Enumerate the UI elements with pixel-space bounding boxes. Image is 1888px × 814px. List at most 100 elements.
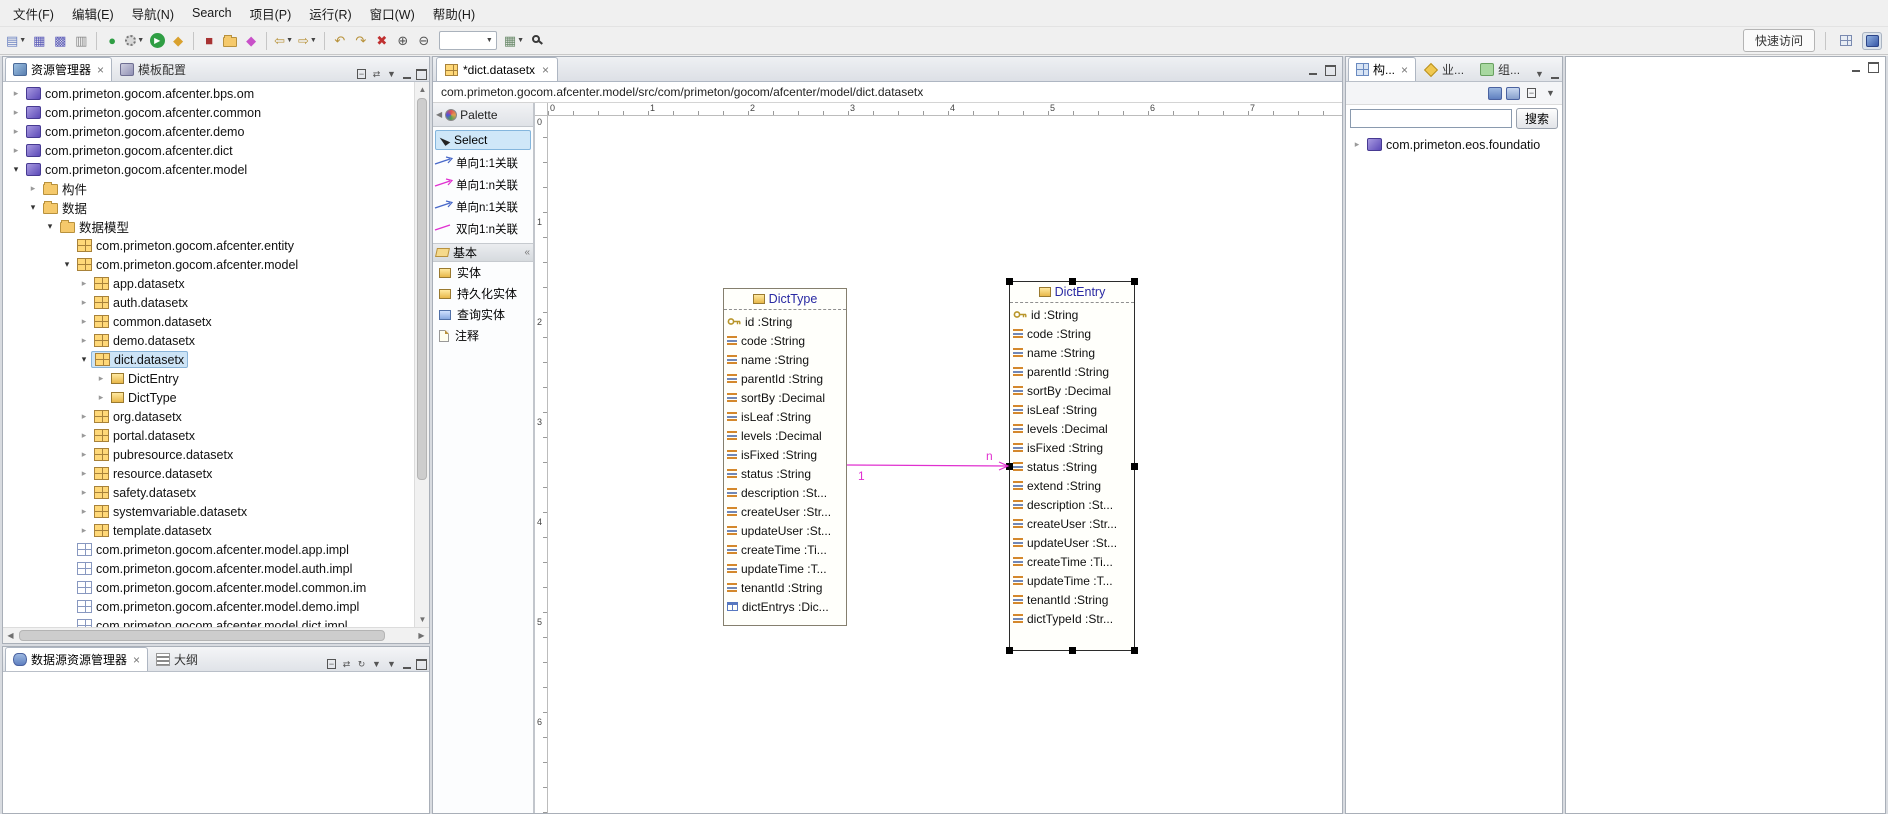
expand-arrow-icon[interactable]: ▸ — [77, 430, 91, 441]
expand-arrow-icon[interactable]: ▸ — [9, 145, 23, 156]
view-menu-icon[interactable]: ▼ — [384, 657, 399, 671]
expand-arrow-icon[interactable]: ▸ — [77, 411, 91, 422]
run-button[interactable]: ▶ — [147, 30, 167, 52]
tree-item[interactable]: ▸com.primeton.gocom.afcenter.common — [3, 103, 414, 122]
collapse-all-icon[interactable] — [324, 657, 339, 671]
tree-item[interactable]: ▸safety.datasetx — [3, 483, 414, 502]
new-wizard-button[interactable]: ▤▼ — [4, 30, 28, 52]
selection-handle[interactable] — [1006, 647, 1013, 654]
vertical-ruler[interactable]: 0123456 — [535, 116, 548, 813]
expand-arrow-icon[interactable]: ▾ — [26, 202, 40, 213]
database-button[interactable]: ◆ — [168, 30, 188, 52]
entity-field[interactable]: dictEntrys :Dic... — [724, 597, 846, 616]
tree-item[interactable]: ▸template.datasetx — [3, 521, 414, 540]
entity-field[interactable]: sortBy :Decimal — [724, 388, 846, 407]
entity-field[interactable]: dictTypeId :Str... — [1010, 609, 1134, 628]
tree-item[interactable]: ▾数据 — [3, 198, 414, 217]
expand-arrow-icon[interactable]: ▸ — [77, 449, 91, 460]
tree-item[interactable]: ▸DictEntry — [3, 369, 414, 388]
bottom-tab[interactable]: 大纲 — [148, 647, 206, 671]
tree-item[interactable]: ▸com.primeton.gocom.afcenter.demo — [3, 122, 414, 141]
expand-arrow-icon[interactable]: ▸ — [77, 525, 91, 536]
tree-item[interactable]: com.primeton.gocom.afcenter.model.demo.i… — [3, 597, 414, 616]
entity-field[interactable]: description :St... — [1010, 495, 1134, 514]
open-folder-button[interactable] — [220, 30, 240, 52]
tree-item-content[interactable]: com.primeton.gocom.afcenter.model.dict.i… — [74, 617, 351, 627]
tree-item[interactable]: ▸app.datasetx — [3, 274, 414, 293]
minimize-icon[interactable] — [399, 657, 414, 671]
menu-edit[interactable]: 编辑(E) — [63, 1, 123, 26]
tree-item-content[interactable]: com.primeton.gocom.afcenter.dict — [23, 142, 236, 159]
entity-field[interactable]: createTime :Ti... — [1010, 552, 1134, 571]
link-with-editor-icon[interactable]: ⇄ — [339, 657, 354, 671]
zoom-combo-button[interactable]: ▼ — [435, 30, 501, 52]
expand-arrow-icon[interactable]: ▾ — [77, 354, 91, 365]
expand-arrow-icon[interactable]: ▸ — [77, 487, 91, 498]
tree-item[interactable]: ▸com.primeton.gocom.afcenter.dict — [3, 141, 414, 160]
tree-item[interactable]: ▸common.datasetx — [3, 312, 414, 331]
tree-item-content[interactable]: 构件 — [40, 180, 90, 197]
tree-item-content[interactable]: safety.datasetx — [91, 484, 199, 501]
tree-item[interactable]: ▸portal.datasetx — [3, 426, 414, 445]
selection-handle[interactable] — [1069, 647, 1076, 654]
entity-field[interactable]: isLeaf :String — [724, 407, 846, 426]
tree-item-content[interactable]: com.primeton.gocom.afcenter.model — [74, 256, 301, 273]
entity-field[interactable]: parentId :String — [724, 369, 846, 388]
tree-item[interactable]: com.primeton.gocom.afcenter.model.auth.i… — [3, 559, 414, 578]
tree-item-content[interactable]: auth.datasetx — [91, 294, 191, 311]
pin-icon[interactable]: « — [524, 247, 530, 258]
tree-item[interactable]: ▾com.primeton.gocom.afcenter.model — [3, 160, 414, 179]
scroll-up-icon[interactable]: ▲ — [415, 82, 429, 97]
palette-tool-select[interactable]: Select — [435, 130, 531, 150]
paint-button[interactable]: ◆ — [241, 30, 261, 52]
expand-arrow-icon[interactable]: ▸ — [77, 468, 91, 479]
zoom-combo[interactable]: ▼ — [439, 31, 497, 50]
menu-navigate[interactable]: 导航(N) — [123, 1, 183, 26]
tree-item[interactable]: ▸DictType — [3, 388, 414, 407]
minimize-icon[interactable] — [1547, 67, 1562, 81]
entity-field[interactable]: createUser :Str... — [1010, 514, 1134, 533]
tree-item[interactable]: ▸构件 — [3, 179, 414, 198]
close-icon[interactable]: × — [133, 653, 140, 667]
tree-item[interactable]: com.primeton.gocom.afcenter.entity — [3, 236, 414, 255]
selection-handle[interactable] — [1069, 278, 1076, 285]
maximize-icon[interactable] — [1323, 63, 1338, 77]
maximize-icon[interactable] — [414, 67, 429, 81]
entity-field[interactable]: updateTime :T... — [1010, 571, 1134, 590]
tree-item[interactable]: ▾数据模型 — [3, 217, 414, 236]
vertical-scrollbar[interactable]: ▲ ▼ — [414, 82, 429, 627]
entity-field[interactable]: createTime :Ti... — [724, 540, 846, 559]
selection-handle[interactable] — [1131, 463, 1138, 470]
tree-item[interactable]: ▸systemvariable.datasetx — [3, 502, 414, 521]
expand-arrow-icon[interactable]: ▸ — [77, 278, 91, 289]
right-tab[interactable]: 组... — [1472, 57, 1528, 81]
tree-item-content[interactable]: com.primeton.gocom.afcenter.model — [23, 161, 250, 178]
tree-item[interactable]: ▸pubresource.datasetx — [3, 445, 414, 464]
explorer-tab[interactable]: 模板配置 — [112, 57, 194, 81]
tree-item-content[interactable]: DictType — [108, 389, 180, 406]
expand-arrow-icon[interactable]: ▾ — [43, 221, 57, 232]
entity-field[interactable]: id :String — [724, 312, 846, 331]
tree-item-content[interactable]: demo.datasetx — [91, 332, 198, 349]
entity-field[interactable]: description :St... — [724, 483, 846, 502]
entity-field[interactable]: createUser :Str... — [724, 502, 846, 521]
entity-field[interactable]: code :String — [724, 331, 846, 350]
expand-arrow-icon[interactable]: ▸ — [9, 88, 23, 99]
entity-dictentry[interactable]: DictEntryid :Stringcode :Stringname :Str… — [1009, 281, 1135, 651]
tree-item[interactable]: com.primeton.gocom.afcenter.model.app.im… — [3, 540, 414, 559]
scrollbar-thumb[interactable] — [417, 98, 427, 480]
search-button[interactable]: 搜索 — [1516, 108, 1558, 129]
tree-item[interactable]: ▸demo.datasetx — [3, 331, 414, 350]
horizontal-ruler[interactable]: 01234567 — [548, 103, 1342, 116]
palette-item-persistent-entity-tool[interactable]: 持久化实体 — [433, 283, 533, 304]
undo-button[interactable]: ↶ — [330, 30, 350, 52]
palette-tool-one-way-1-1-association[interactable]: 单向1:1关联 — [433, 152, 533, 174]
expand-arrow-icon[interactable]: ▸ — [77, 316, 91, 327]
tree-item-content[interactable]: pubresource.datasetx — [91, 446, 236, 463]
tree-item[interactable]: ▸resource.datasetx — [3, 464, 414, 483]
view-menu-icon[interactable]: ▼ — [384, 67, 399, 81]
palette-tool-two-way-1-n-association[interactable]: 双向1:n关联 — [433, 218, 533, 240]
close-icon[interactable]: × — [542, 63, 549, 77]
expand-arrow-icon[interactable]: ▸ — [77, 335, 91, 346]
scroll-right-icon[interactable]: ▶ — [414, 628, 429, 643]
